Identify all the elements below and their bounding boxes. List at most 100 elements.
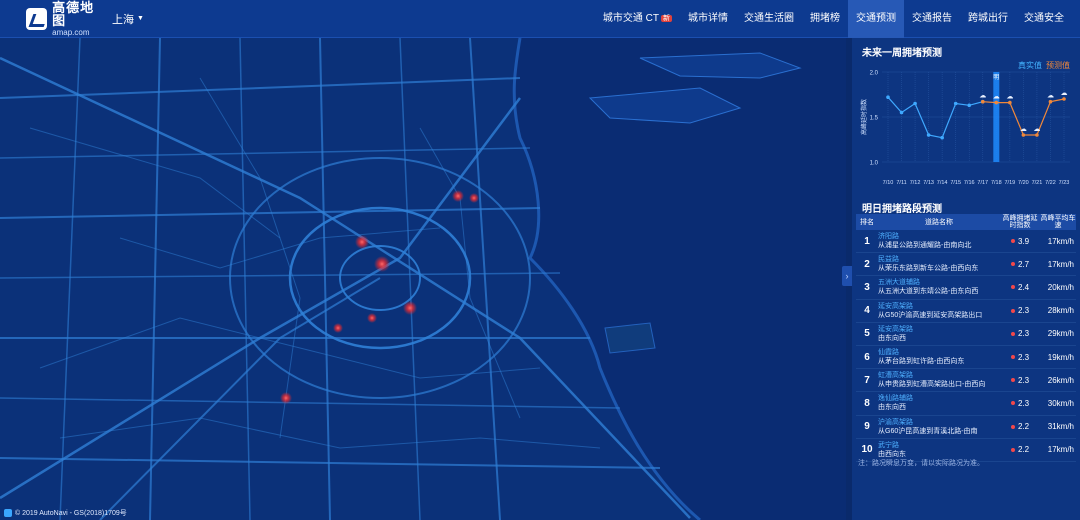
road-cell: 济阳路 从浦星公路到通耀路-由南向北: [878, 232, 1000, 250]
weather-cloud-icon: ☁: [1006, 93, 1013, 101]
new-badge: 新: [661, 15, 672, 22]
forecast-line-chart: 1.0 1.5 2.0 明高峰延时指数 7/10 7/11 7/12 7/13 7/14 7/15…: [860, 71, 1070, 186]
road-name-link[interactable]: 民益路: [878, 255, 1000, 264]
congestion-dot-icon: [1010, 447, 1015, 452]
amap-logo[interactable]: 高德地图 amap.com: [26, 1, 106, 37]
nav-life-circle[interactable]: 交通生活圈: [736, 0, 802, 38]
table-row[interactable]: 9 沪渝高架路 从G60沪昆高速到青溪北路-由南 2.2 31km/h: [856, 416, 1076, 439]
road-name-link[interactable]: 沪渝高架路: [878, 418, 1000, 427]
delay-index-cell: 3.9: [1000, 237, 1040, 246]
congestion-dot-icon: [1010, 378, 1015, 383]
island: [604, 322, 656, 354]
nav-city-detail[interactable]: 城市详情: [680, 0, 736, 38]
today-highlight-bar: [993, 72, 1000, 162]
hotspot: [403, 301, 417, 315]
road-segment: 从申贵路到虹漕高架路出口-由西向: [878, 381, 986, 389]
weekly-forecast-chart: 真实值 预测值 1.0 1.5 2.0 明高峰延时指数 7/10 7/11 7/12 7/13…: [856, 58, 1076, 192]
weather-cloud-icon: ☁: [1061, 89, 1068, 97]
table-row[interactable]: 4 延安高架路 从G50沪渝高速到延安高架路出口 2.3 28km/h: [856, 300, 1076, 323]
nav-traffic-report[interactable]: 交通报告: [904, 0, 960, 38]
nav-traffic-safety[interactable]: 交通安全: [1016, 0, 1072, 38]
table-row[interactable]: 7 虹漕高架路 从申贵路到虹漕高架路出口-由西向 2.3 26km/h: [856, 369, 1076, 393]
road-segment: 从G60沪昆高速到青溪北路-由南: [878, 427, 978, 435]
road-cell: 延安高架路 从G50沪渝高速到延安高架路出口: [878, 302, 1000, 320]
congestion-dot-icon: [1010, 308, 1015, 313]
data-point: [980, 99, 985, 104]
road-cell: 仙霞路 从茅台路到虹许路-由西向东: [878, 348, 1000, 366]
delay-index-cell: 2.3: [1000, 399, 1040, 408]
road-name-link[interactable]: 延安高架路: [878, 302, 1000, 311]
road-name-link[interactable]: 仙霞路: [878, 348, 1000, 357]
table-row[interactable]: 8 逸仙路辅路 由东向西 2.3 30km/h: [856, 392, 1076, 416]
top-bar: 高德地图 amap.com 上海 ▼ 城市交通 CT 新 城市详情 交通生活圈 拥…: [0, 0, 1080, 38]
table-row[interactable]: 3 五洲大道辅路 从五洲大道到东靖公路-由东向西 2.4 20km/h: [856, 276, 1076, 300]
table-row[interactable]: 1 济阳路 从浦星公路到通耀路-由南向北 3.9 17km/h: [856, 230, 1076, 254]
weather-cloud-icon: ☁: [1033, 125, 1040, 133]
delay-index-cell: 2.2: [1000, 445, 1040, 454]
table-row[interactable]: 6 仙霞路 从茅台路到虹许路-由西向东 2.3 19km/h: [856, 346, 1076, 370]
x-tick-label: 7/13: [923, 180, 934, 186]
y-tick-label: 2.0: [870, 71, 879, 77]
city-selector[interactable]: 上海 ▼: [112, 11, 144, 27]
road-cell: 延安高架路 由东向西: [878, 325, 1000, 343]
col-rank: 排名: [860, 219, 874, 226]
city-name: 上海: [112, 13, 134, 26]
congestion-table: 排名 道路名称 高峰拥堵延时指数 高峰平均车速 1 济阳路 从浦星公路到通耀路-由南…: [856, 214, 1076, 462]
road-name-link[interactable]: 延安高架路: [878, 325, 1000, 334]
avg-speed-cell: 17km/h: [1047, 236, 1074, 246]
nav-congestion-rank[interactable]: 拥堵榜: [802, 0, 848, 38]
col-road-name: 道路名称: [925, 219, 953, 226]
x-tick-label: 7/17: [977, 180, 988, 186]
x-tick-label: 7/11: [896, 180, 906, 186]
chevron-right-icon: ›: [845, 271, 849, 281]
y-axis-label: 高峰延时指数: [860, 99, 868, 135]
weather-cloud-icon: ☁: [979, 92, 986, 100]
nav-traffic-forecast[interactable]: 交通预测: [848, 0, 904, 38]
rank-number: 4: [864, 305, 870, 317]
rank-number: 8: [864, 397, 870, 409]
road-name-link[interactable]: 济阳路: [878, 232, 1000, 241]
rank-number: 9: [864, 421, 870, 433]
road-cell: 虹漕高架路 从申贵路到虹漕高架路出口-由西向: [878, 371, 1000, 389]
avg-speed-cell: 31km/h: [1047, 422, 1074, 432]
congestion-dot-icon: [1010, 285, 1015, 290]
x-tick-label: 7/21: [1032, 180, 1043, 186]
road-segment: 从荣乐东路到新车公路-由西向东: [878, 265, 979, 273]
x-tick-label: 7/14: [937, 180, 948, 186]
hotspot: [333, 323, 343, 333]
traffic-map[interactable]: © 2019 AutoNavi - GS(2018)1709号: [0, 38, 846, 520]
road-segment: 从G50沪渝高速到延安高架路出口: [878, 311, 983, 319]
road-segment: 从浦星公路到通耀路-由南向北: [878, 242, 972, 250]
avg-speed-cell: 17km/h: [1047, 259, 1074, 269]
road-name-link[interactable]: 逸仙路辅路: [878, 394, 1000, 403]
map-canvas: [0, 38, 846, 520]
hotspot: [469, 193, 479, 203]
x-tick-label: 7/22: [1045, 180, 1056, 186]
avg-speed-cell: 17km/h: [1047, 445, 1074, 455]
avg-speed-cell: 30km/h: [1047, 398, 1074, 408]
panel-collapse-button[interactable]: ›: [842, 266, 852, 286]
delay-index-cell: 2.7: [1000, 260, 1040, 269]
congestion-dot-icon: [1010, 239, 1015, 244]
series-line: [887, 96, 983, 139]
disclaimer-note: 注：路况瞬息万变，请以实际路况为准。: [858, 460, 984, 467]
nav-intercity-travel[interactable]: 跨城出行: [960, 0, 1016, 38]
amap-mini-logo-icon: [4, 509, 12, 517]
road-name-link[interactable]: 虹漕高架路: [878, 371, 1000, 380]
road-name-link[interactable]: 五洲大道辅路: [878, 278, 1000, 287]
hotspot: [355, 235, 369, 249]
x-tick-label: 7/20: [1018, 180, 1029, 186]
y-tick-label: 1.0: [870, 161, 879, 167]
rank-number: 2: [864, 258, 870, 270]
legend-real[interactable]: 真实值: [1018, 60, 1042, 71]
road-segment: 从茅台路到虹许路-由西向东: [878, 358, 965, 366]
y-tick-label: 1.5: [870, 116, 879, 122]
rank-number: 6: [864, 351, 870, 363]
table-row[interactable]: 5 延安高架路 由东向西 2.3 29km/h: [856, 323, 1076, 346]
nav-city-traffic[interactable]: 城市交通 CT 新: [595, 0, 680, 38]
data-point: [886, 95, 890, 99]
legend-predicted[interactable]: 预测值: [1046, 60, 1070, 71]
road-name-link[interactable]: 武宁路: [878, 441, 1000, 450]
hotspot: [452, 190, 464, 202]
table-row[interactable]: 2 民益路 从荣乐东路到新车公路-由西向东 2.7 17km/h: [856, 253, 1076, 277]
